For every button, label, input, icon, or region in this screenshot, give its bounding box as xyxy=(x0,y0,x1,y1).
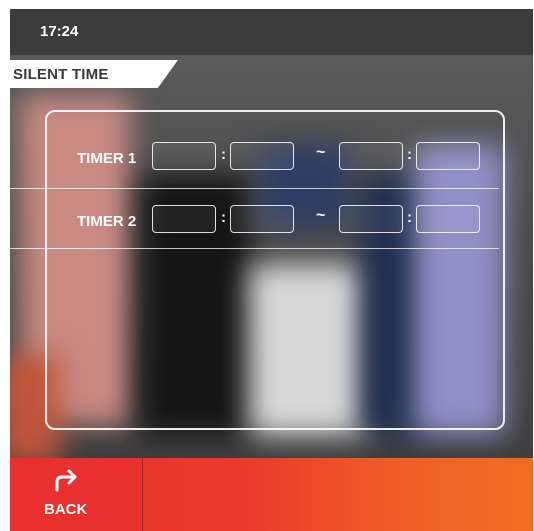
timer-1-end-separator: : xyxy=(407,146,412,163)
timer-1-end-minute-field[interactable] xyxy=(416,142,480,170)
back-label: BACK xyxy=(44,501,88,518)
timer-2-label: TIMER 2 xyxy=(77,213,137,230)
clock: 17:24 xyxy=(40,23,79,40)
back-button[interactable]: BACK xyxy=(10,458,143,531)
timer-2-start-separator: : xyxy=(221,209,226,226)
timer-2-start-hour-field[interactable] xyxy=(152,205,216,233)
timer-1-range-separator: ~ xyxy=(316,144,326,161)
page-title: SILENT TIME xyxy=(13,66,109,83)
timer-1-start-minute-field[interactable] xyxy=(230,142,294,170)
timer-row-2: TIMER 2 : ~ : xyxy=(10,193,499,251)
timer-2-end-separator: : xyxy=(407,209,412,226)
status-bar: 17:24 xyxy=(10,9,533,55)
screen: 17:24 SILENT TIME TIMER 1 : ~ : TIMER 2 … xyxy=(10,9,533,531)
timer-1-label: TIMER 1 xyxy=(77,150,137,167)
timer-2-end-hour-field[interactable] xyxy=(339,205,403,233)
timer-2-range-separator: ~ xyxy=(316,207,326,224)
row-divider xyxy=(10,248,499,249)
timer-2-end-minute-field[interactable] xyxy=(416,205,480,233)
timer-1-end-hour-field[interactable] xyxy=(339,142,403,170)
return-arrow-icon xyxy=(52,468,80,494)
bottom-bar: BACK xyxy=(10,458,533,531)
timer-1-start-hour-field[interactable] xyxy=(152,142,216,170)
timer-1-start-separator: : xyxy=(221,146,226,163)
page-title-tab: SILENT TIME xyxy=(10,60,178,88)
timer-row-1: TIMER 1 : ~ : xyxy=(10,130,499,188)
timer-2-start-minute-field[interactable] xyxy=(230,205,294,233)
row-divider xyxy=(10,188,499,189)
